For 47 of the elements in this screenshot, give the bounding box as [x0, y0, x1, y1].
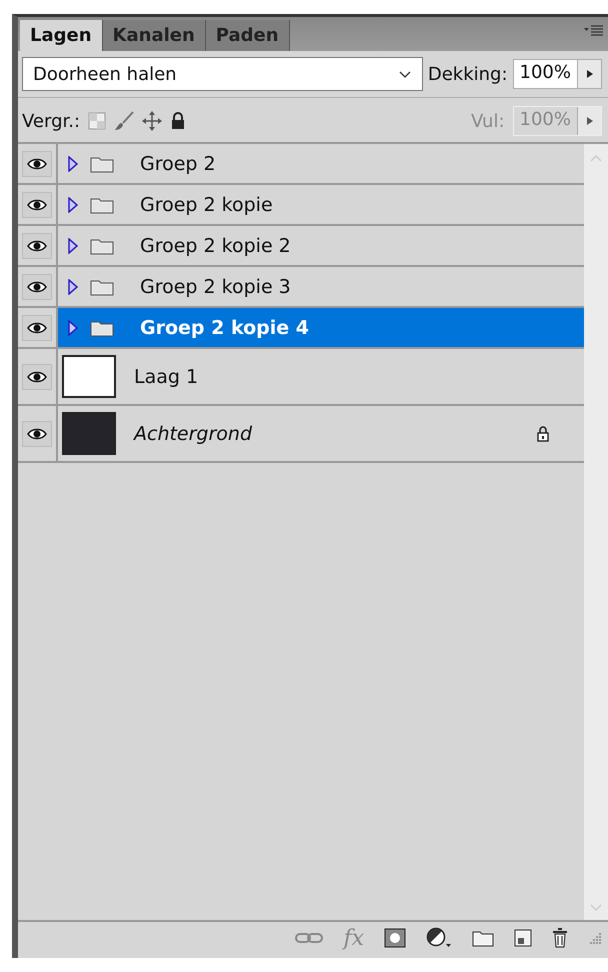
- eye-icon[interactable]: [22, 274, 52, 300]
- layer-row[interactable]: Groep 2 kopie 2: [18, 226, 584, 267]
- eye-icon[interactable]: [22, 420, 52, 446]
- folder-icon: [90, 318, 114, 336]
- panel-tab[interactable]: Kanalen: [102, 20, 206, 51]
- folder-icon: [90, 278, 114, 296]
- lock-label: Vergr.:: [22, 110, 80, 132]
- layer-name: Groep 2 kopie 2: [140, 234, 291, 256]
- adjustment-icon[interactable]: [426, 927, 452, 949]
- panel-tab[interactable]: Paden: [206, 20, 290, 51]
- folder-icon: [90, 236, 114, 254]
- layer-name: Groep 2 kopie 3: [140, 276, 291, 298]
- fill-label: Vul:: [470, 110, 505, 132]
- folder-icon: [90, 154, 114, 172]
- move-icon[interactable]: [142, 111, 162, 131]
- chevron-down-icon: [398, 69, 412, 79]
- trash-icon[interactable]: [552, 928, 568, 948]
- panel-tab[interactable]: Lagen: [20, 20, 103, 51]
- eye-icon[interactable]: [22, 150, 52, 176]
- expand-triangle-icon[interactable]: [68, 278, 78, 294]
- resize-grip-icon[interactable]: [588, 931, 602, 945]
- expand-triangle-icon[interactable]: [68, 196, 78, 212]
- eye-icon[interactable]: [22, 314, 52, 340]
- new-layer-icon[interactable]: [514, 929, 532, 947]
- expand-triangle-icon[interactable]: [68, 320, 78, 336]
- layer-name: Laag 1: [134, 366, 198, 388]
- blend-mode-dropdown[interactable]: Doorheen halen: [22, 57, 423, 91]
- layer-name: Achtergrond: [134, 422, 252, 444]
- opacity-label: Dekking:: [428, 64, 508, 84]
- brush-icon[interactable]: [114, 111, 134, 131]
- eye-icon[interactable]: [22, 364, 52, 390]
- lock-icon[interactable]: [170, 112, 186, 130]
- folder-icon[interactable]: [472, 929, 494, 947]
- panel-menu-icon[interactable]: [584, 25, 604, 37]
- layer-name: Groep 2 kopie: [140, 194, 273, 216]
- layer-row[interactable]: Laag 1: [18, 349, 584, 406]
- eye-icon[interactable]: [22, 192, 52, 218]
- layer-name: Groep 2: [140, 152, 216, 174]
- eye-icon[interactable]: [22, 232, 52, 258]
- mask-icon[interactable]: [384, 928, 406, 948]
- layer-row[interactable]: Groep 2 kopie: [18, 185, 584, 226]
- expand-triangle-icon[interactable]: [68, 156, 78, 172]
- layer-row[interactable]: Groep 2: [18, 144, 584, 185]
- layer-row[interactable]: Achtergrond: [18, 406, 584, 463]
- layer-name: Groep 2 kopie 4: [140, 316, 309, 338]
- folder-icon: [90, 196, 114, 214]
- expand-triangle-icon[interactable]: [68, 238, 78, 254]
